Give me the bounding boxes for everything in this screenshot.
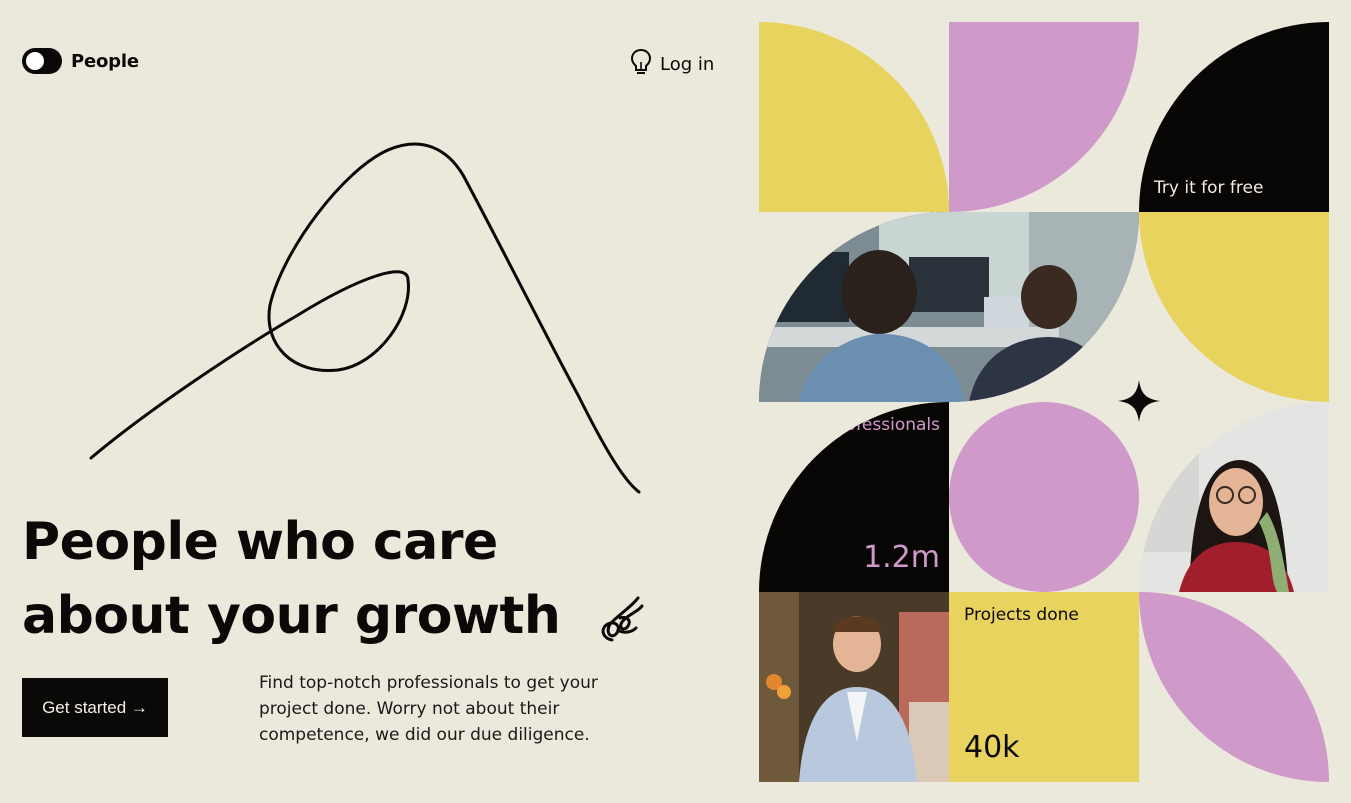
login-label: Log in: [660, 54, 715, 75]
toggle-logo-icon: [22, 48, 62, 74]
scribble-decoration: [89, 142, 641, 494]
try-free-tile[interactable]: Try it for free: [1139, 22, 1329, 212]
bulb-icon: [630, 48, 652, 81]
purple-tile-top-middle: [949, 22, 1139, 212]
login-link[interactable]: Log in: [630, 48, 714, 81]
get-started-button[interactable]: Get started →: [22, 678, 168, 737]
professionals-stat-tile: Professionals 1.2m: [759, 402, 949, 592]
yellow-tile-top-left: [759, 22, 949, 212]
brand-logo[interactable]: People: [22, 48, 139, 74]
projects-stat-tile: Projects done 40k: [949, 592, 1139, 782]
try-free-label: Try it for free: [1154, 178, 1264, 198]
hero-description: Find top-notch professionals to get your…: [259, 673, 598, 745]
professionals-label: Professionals: [828, 415, 940, 435]
projects-label: Projects done: [964, 605, 1079, 625]
hero-title: People who care about your growth: [22, 505, 561, 653]
projects-value: 40k: [964, 730, 1020, 765]
brand-name: People: [71, 50, 139, 72]
purple-circle-tile: [949, 402, 1139, 592]
man-portrait-photo: [759, 592, 949, 782]
doodle-icon: [601, 596, 644, 642]
professionals-value: 1.2m: [863, 540, 940, 575]
purple-tile-bottom-right: [1139, 592, 1329, 782]
yellow-tile-right: [1139, 212, 1329, 402]
hero-title-line-2: about your growth: [22, 586, 561, 646]
woman-portrait-photo: [1139, 402, 1329, 592]
developers-photo: [759, 212, 1139, 402]
feature-mosaic: Try it for free Professionals 1.2m Proje…: [759, 22, 1329, 782]
sparkle-icon: [1118, 380, 1160, 422]
hero-title-line-1: People who care: [22, 512, 498, 572]
